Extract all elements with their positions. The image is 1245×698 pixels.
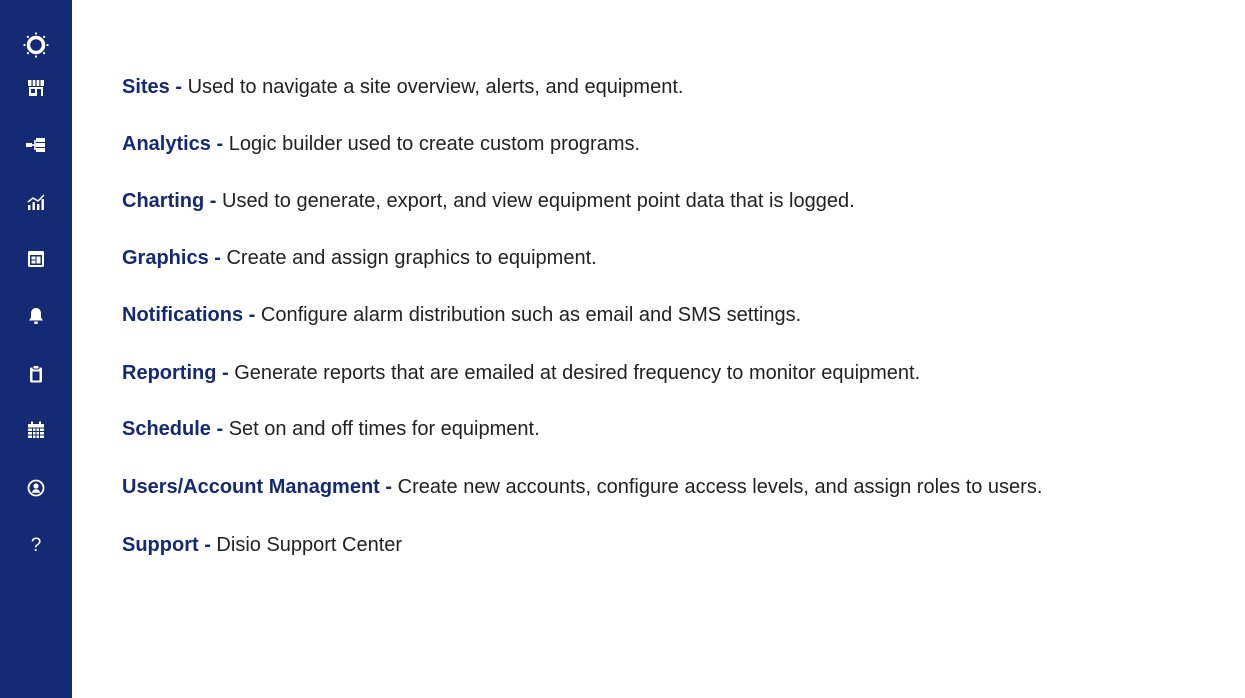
nav-charting-button[interactable] [24,190,48,214]
legend-row-notifications: Notifications - Configure alarm distribu… [122,301,801,329]
nav-support-button[interactable]: ? [24,534,48,558]
legend-item-description: Configure alarm distribution such as ema… [255,304,802,326]
nav-sites-button[interactable] [24,76,48,100]
legend-row-charting: Charting - Used to generate, export, and… [122,187,855,215]
legend-item-name: Charting - [122,190,217,212]
legend-item-description: Create and assign graphics to equipment. [220,247,597,269]
legend-row-analytics: Analytics - Logic builder used to create… [122,130,640,158]
nav-reporting-button[interactable] [24,362,48,386]
legend-row-support: Support - Disio Support Center [122,531,402,559]
legend-row-graphics: Graphics - Create and assign graphics to… [122,244,597,272]
calendar-icon [27,421,45,439]
graphics-window-icon [27,250,45,268]
legend-item-description: Used to navigate a site overview, alerts… [182,76,684,98]
analytics-flow-icon [26,138,46,152]
sun-ring-logo-icon[interactable] [22,31,50,59]
user-circle-icon [27,479,45,497]
sidebar: ? [0,0,72,698]
legend-item-name: Support - [122,534,211,556]
clipboard-icon [29,365,43,383]
legend-item-description: Used to generate, export, and view equip… [216,190,855,212]
question-mark-icon: ? [30,535,42,556]
legend-item-name: Analytics - [122,133,224,155]
legend-item-name: Users/Account Managment - [122,476,393,498]
storefront-icon [27,79,45,97]
legend-item-name: Reporting - [122,362,229,384]
chart-bars-icon [27,193,45,211]
legend-row-schedule: Schedule - Set on and off times for equi… [122,415,540,443]
legend-row-users-account: Users/Account Managment - Create new acc… [122,473,1042,501]
nav-analytics-button[interactable] [24,133,48,157]
legend-item-description: Create new accounts, configure access le… [392,476,1043,498]
bell-icon [28,307,44,325]
legend-item-description: Logic builder used to create custom prog… [223,133,641,155]
legend-item-name: Graphics - [122,247,221,269]
legend-item-name: Sites - [122,76,183,98]
legend-row-sites: Sites - Used to navigate a site overview… [122,73,683,101]
legend-item-description: Set on and off times for equipment. [223,418,540,440]
legend-item-name: Notifications - [122,304,256,326]
legend-item-description: Generate reports that are emailed at des… [228,362,921,384]
nav-notifications-button[interactable] [24,304,48,328]
nav-schedule-button[interactable] [24,418,48,442]
legend-item-description: Disio Support Center [210,534,403,556]
legend-item-name: Schedule - [122,418,224,440]
legend-row-reporting: Reporting - Generate reports that are em… [122,359,920,387]
nav-users-account-button[interactable] [24,476,48,500]
nav-graphics-button[interactable] [24,247,48,271]
